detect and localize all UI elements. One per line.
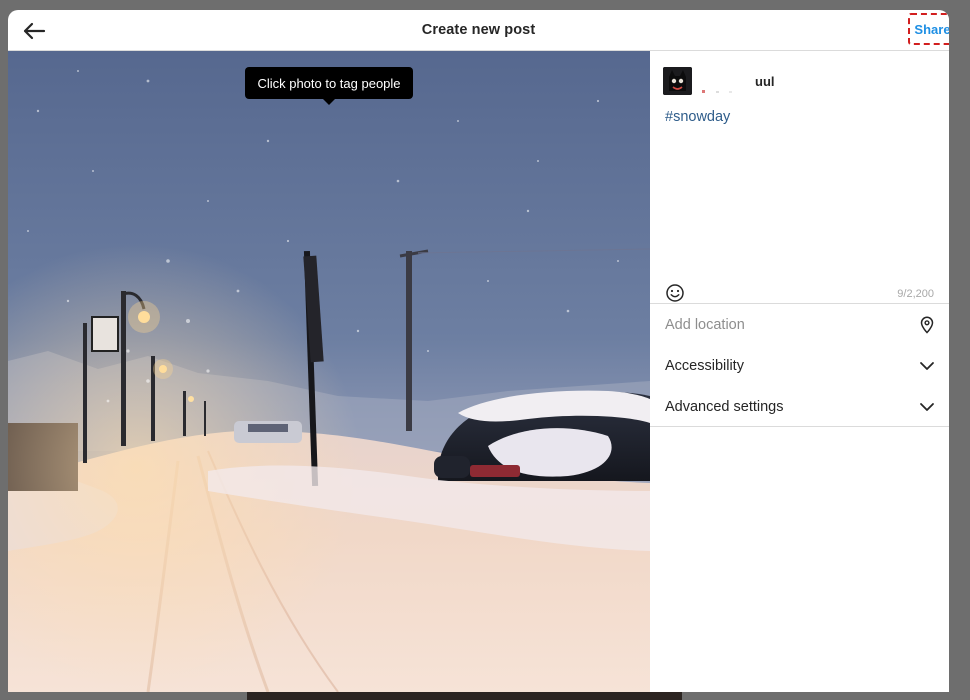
post-details-panel: uul #snowday 9/2,200 Add location Access…	[650, 51, 949, 692]
chevron-down-icon	[920, 402, 934, 411]
caption-input[interactable]: #snowday	[665, 109, 935, 269]
create-post-modal: Create new post Share Click photo to tag…	[8, 10, 949, 692]
accessibility-label: Accessibility	[665, 358, 744, 374]
location-pin-icon	[920, 316, 934, 334]
modal-header: Create new post Share	[8, 10, 949, 51]
character-count: 9/2,200	[897, 288, 934, 300]
tag-people-tooltip: Click photo to tag people	[245, 67, 413, 105]
snow-street-photo	[8, 51, 650, 692]
add-location-placeholder: Add location	[665, 316, 745, 333]
arrow-left-icon	[23, 22, 46, 40]
advanced-settings-label: Advanced settings	[665, 398, 784, 415]
username: uul	[755, 73, 775, 89]
accessibility-section[interactable]: Accessibility	[650, 345, 949, 387]
add-location-field[interactable]: Add location	[650, 303, 949, 345]
post-photo[interactable]	[8, 51, 650, 692]
advanced-settings-section[interactable]: Advanced settings	[650, 387, 949, 427]
share-button[interactable]: Share	[908, 13, 949, 45]
smiley-icon	[666, 284, 684, 302]
back-button[interactable]	[20, 18, 48, 44]
page-title: Create new post	[421, 22, 536, 38]
avatar	[663, 67, 692, 95]
chevron-down-icon	[920, 362, 934, 370]
user-info: uul	[663, 66, 775, 96]
emoji-button[interactable]	[664, 282, 686, 304]
redacted-username	[702, 81, 747, 93]
